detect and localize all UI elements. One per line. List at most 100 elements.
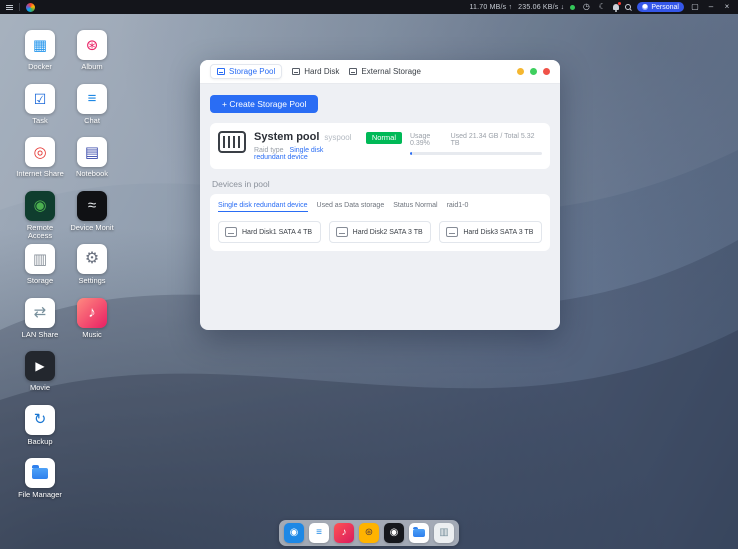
status-dot-icon	[570, 5, 575, 10]
create-storage-pool-button[interactable]: + Create Storage Pool	[210, 95, 318, 113]
desktop-icon-device-monitor[interactable]: ≈ Device Monit	[66, 191, 118, 245]
hard-disk-2-chip[interactable]: Hard Disk2 SATA 3 TB	[329, 221, 432, 243]
desktop-icon-label: Device Monit	[70, 224, 113, 232]
external-storage-tab-icon	[349, 68, 357, 75]
raid-type-row: Raid type Single disk redundant device	[254, 147, 352, 161]
fullscreen-icon[interactable]: ▢	[690, 3, 700, 11]
lan-share-icon: ⇄	[25, 298, 55, 328]
pool-alias: syspool	[324, 133, 351, 142]
minimize-dot[interactable]	[517, 68, 524, 75]
search-icon[interactable]	[625, 4, 631, 10]
dock-camera-icon[interactable]: ◉	[384, 523, 404, 543]
system-pool-card[interactable]: System pool syspool Raid type Single dis…	[210, 123, 550, 169]
pool-drive-icon	[218, 131, 246, 153]
system-logo-icon[interactable]	[26, 3, 35, 12]
window-titlebar[interactable]: Storage Pool Hard Disk External Storage	[200, 60, 560, 84]
dock: ◉ ≡ ♪ ⊛ ◉ ▥	[279, 520, 459, 546]
internet-share-icon: ◎	[25, 137, 55, 167]
dock-music-icon[interactable]: ♪	[334, 523, 354, 543]
download-speed: 235.06 KB/s ↓	[518, 4, 564, 11]
desktop-icon-label: Internet Share	[16, 170, 64, 178]
desktop-icon-label: File Manager	[18, 491, 62, 499]
desktop-icon-label: Storage	[27, 277, 53, 285]
disk-row: Hard Disk1 SATA 4 TB Hard Disk2 SATA 3 T…	[218, 221, 542, 243]
upload-speed: 11.70 MB/s ↑	[469, 4, 512, 11]
desktop-icon-storage[interactable]: ▥ Storage	[14, 244, 66, 298]
avatar	[642, 4, 648, 10]
usage-percent-label: Usage 0.39%	[410, 133, 451, 147]
desktop-icon-label: Task	[32, 117, 47, 125]
minimize-icon[interactable]: –	[706, 3, 716, 11]
desktop-icon-backup[interactable]: ↻ Backup	[14, 405, 66, 459]
disk-label: Hard Disk1 SATA 4 TB	[242, 229, 312, 236]
personal-label: Personal	[651, 4, 679, 11]
desktop-icon-file-manager[interactable]: File Manager	[14, 458, 66, 512]
desktop-icon-docker[interactable]: ▦ Docker	[14, 30, 66, 84]
dock-album-icon[interactable]: ⊛	[359, 523, 379, 543]
disk-label: Hard Disk3 SATA 3 TB	[463, 229, 533, 236]
window-controls	[517, 68, 550, 75]
dark-mode-moon-icon[interactable]: ☾	[597, 3, 607, 11]
hard-disk-3-chip[interactable]: Hard Disk3 SATA 3 TB	[439, 221, 542, 243]
meta-raid-mode[interactable]: Single disk redundant device	[218, 202, 308, 212]
maximize-dot[interactable]	[530, 68, 537, 75]
personal-account-button[interactable]: Personal	[637, 2, 684, 12]
desktop-icon-label: Remote Access	[14, 224, 66, 241]
storage-pool-tab-icon	[217, 68, 225, 75]
usage-progress-track	[410, 152, 542, 155]
disk-label: Hard Disk2 SATA 3 TB	[353, 229, 423, 236]
movie-icon: ▶	[25, 351, 55, 381]
desktop-icon-internet-share[interactable]: ◎ Internet Share	[14, 137, 66, 191]
close-icon[interactable]: ×	[722, 3, 732, 11]
meta-usage-type: Used as Data storage	[317, 202, 385, 212]
pool-info: System pool syspool Raid type Single dis…	[254, 131, 352, 161]
desktop-icon-label: Docker	[28, 63, 52, 71]
hard-disk-icon	[336, 227, 348, 237]
desktop-icon-label: Chat	[84, 117, 100, 125]
hard-disk-1-chip[interactable]: Hard Disk1 SATA 4 TB	[218, 221, 321, 243]
dock-storage-icon[interactable]: ▥	[434, 523, 454, 543]
desktop-icon-album[interactable]: ⊛ Album	[66, 30, 118, 84]
desktop-icon-label: Music	[82, 331, 102, 339]
device-meta-row: Single disk redundant device Used as Dat…	[218, 202, 542, 212]
settings-gear-icon: ⚙	[77, 244, 107, 274]
desktop-icon-lan-share[interactable]: ⇄ LAN Share	[14, 298, 66, 352]
desktop-icon-task[interactable]: ☑ Task	[14, 84, 66, 138]
desktop-icon-remote-access[interactable]: ◉ Remote Access	[14, 191, 66, 245]
close-dot[interactable]	[543, 68, 550, 75]
tab-external-storage[interactable]: External Storage	[349, 67, 421, 76]
dock-remote-access-icon[interactable]: ◉	[284, 523, 304, 543]
pool-usage-block: Usage 0.39% Used 21.34 GB / Total 5.32 T…	[410, 131, 542, 155]
desktop-icon-music[interactable]: ♪ Music	[66, 298, 118, 352]
remote-access-icon: ◉	[25, 191, 55, 221]
devices-section-title: Devices in pool	[212, 179, 548, 189]
hard-disk-icon	[446, 227, 458, 237]
pool-name: System pool	[254, 131, 319, 143]
desktop-icon-settings[interactable]: ⚙ Settings	[66, 244, 118, 298]
topbar-divider	[19, 3, 20, 11]
menu-icon[interactable]	[6, 5, 13, 10]
desktop-icon-movie[interactable]: ▶ Movie	[14, 351, 66, 405]
tab-hard-disk[interactable]: Hard Disk	[292, 67, 339, 76]
dock-file-manager-icon[interactable]	[409, 523, 429, 543]
devices-card: Single disk redundant device Used as Dat…	[210, 194, 550, 251]
chat-icon: ≡	[77, 84, 107, 114]
hard-disk-tab-icon	[292, 68, 300, 75]
backup-icon: ↻	[25, 405, 55, 435]
tab-label: Hard Disk	[304, 67, 339, 76]
storage-icon: ▥	[25, 244, 55, 274]
meta-raid-id: raid1-0	[447, 202, 469, 212]
desktop-icon-label: Movie	[30, 384, 50, 392]
desktop-icon-chat[interactable]: ≡ Chat	[66, 84, 118, 138]
notification-bell-icon[interactable]	[613, 4, 619, 10]
tab-storage-pool[interactable]: Storage Pool	[210, 64, 282, 79]
desktop-icon-notebook[interactable]: ▤ Notebook	[66, 137, 118, 191]
dock-chat-icon[interactable]: ≡	[309, 523, 329, 543]
clock-icon[interactable]: ◷	[581, 3, 591, 11]
docker-icon: ▦	[25, 30, 55, 60]
task-icon: ☑	[25, 84, 55, 114]
tab-label: External Storage	[361, 67, 421, 76]
capacity-label: Used 21.34 GB / Total 5.32 TB	[451, 133, 542, 147]
tab-label: Storage Pool	[229, 67, 275, 76]
desktop-icon-grid: ▦ Docker ⊛ Album ☑ Task ≡ Chat ◎ Interne…	[14, 30, 118, 512]
